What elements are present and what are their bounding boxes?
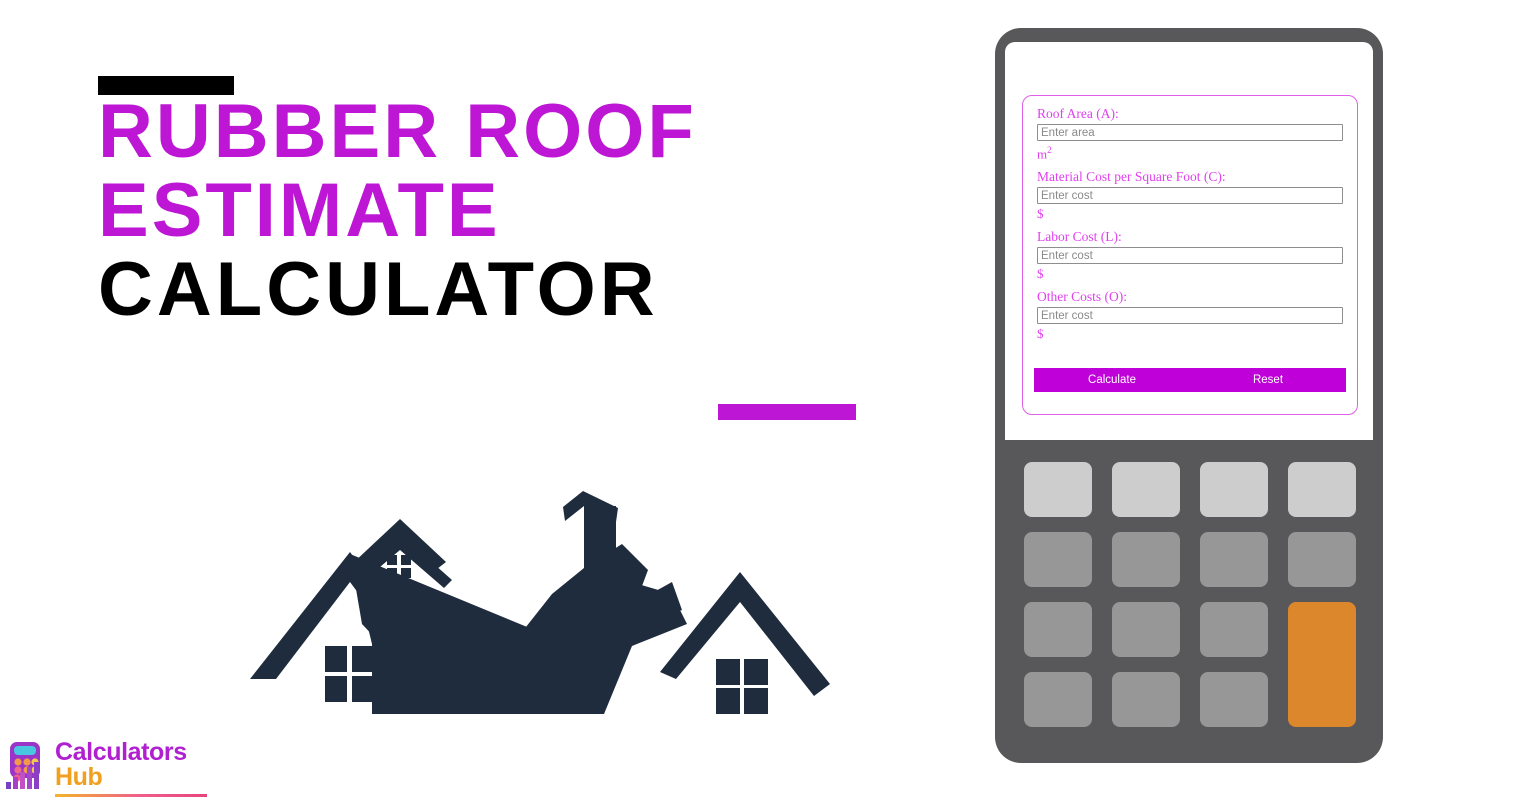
field-group-roof-area: Roof Area (A): m2: [1037, 106, 1343, 161]
calculator-device: Roof Area (A): m2 Material Cost per Squa…: [995, 28, 1383, 763]
field-group-labor-cost: Labor Cost (L): $: [1037, 229, 1343, 281]
field-group-material-cost: Material Cost per Square Foot (C): $: [1037, 169, 1343, 221]
keypad-key-r4c2[interactable]: [1112, 672, 1180, 727]
keypad-key-r1c3[interactable]: [1200, 462, 1268, 517]
keypad-key-equals-accent[interactable]: [1288, 602, 1356, 727]
roof-area-label: Roof Area (A):: [1037, 106, 1119, 121]
calculator-bar-chart-logo-icon: [6, 742, 40, 789]
reset-button[interactable]: Reset: [1190, 368, 1346, 392]
title-bottom-rule: [718, 404, 856, 420]
keypad-key-r1c2[interactable]: [1112, 462, 1180, 517]
calculators-hub-logo[interactable]: Calculators Hub: [4, 738, 207, 797]
material-cost-unit: $: [1037, 206, 1044, 222]
title-line-three: Calculator: [98, 246, 659, 332]
title-line-one: Rubber Roof: [98, 89, 697, 174]
keypad-key-r3c1[interactable]: [1024, 602, 1092, 657]
estimate-form: Roof Area (A): m2 Material Cost per Squa…: [1022, 95, 1358, 415]
labor-cost-input[interactable]: [1037, 247, 1343, 265]
logo-underline: [55, 794, 207, 797]
form-actions: Calculate Reset: [1034, 368, 1346, 392]
labor-cost-label: Labor Cost (L):: [1037, 229, 1122, 245]
hero-panel: Rubber Roof Estimate Calculator: [0, 0, 960, 800]
keypad-key-r2c3[interactable]: [1200, 532, 1268, 587]
roof-area-input[interactable]: [1037, 124, 1343, 141]
keypad-key-r1c4[interactable]: [1288, 462, 1356, 517]
logo-word-primary: Calculators: [55, 738, 187, 766]
keypad-key-r2c1[interactable]: [1024, 532, 1092, 587]
logo-word-secondary: Hub: [55, 763, 103, 791]
house-rooftops-silhouette-icon: [250, 491, 830, 714]
calculate-button[interactable]: Calculate: [1034, 368, 1190, 392]
labor-cost-unit: $: [1037, 266, 1044, 282]
roof-area-unit: m2: [1037, 145, 1052, 162]
keypad-key-r2c4[interactable]: [1288, 532, 1356, 587]
keypad-key-r4c1[interactable]: [1024, 672, 1092, 727]
material-cost-input[interactable]: [1037, 187, 1343, 205]
keypad-key-r4c3[interactable]: [1200, 672, 1268, 727]
calculator-keypad: [1024, 462, 1356, 727]
calculator-screen: Roof Area (A): m2 Material Cost per Squa…: [1005, 42, 1373, 440]
keypad-key-r3c3[interactable]: [1200, 602, 1268, 657]
keypad-key-r1c1[interactable]: [1024, 462, 1092, 517]
keypad-key-r2c2[interactable]: [1112, 532, 1180, 587]
other-costs-input[interactable]: [1037, 307, 1343, 325]
keypad-key-r3c2[interactable]: [1112, 602, 1180, 657]
material-cost-label: Material Cost per Square Foot (C):: [1037, 169, 1226, 185]
other-costs-unit: $: [1037, 326, 1044, 342]
title-line-two: Estimate: [98, 167, 501, 253]
field-group-other-costs: Other Costs (O): $: [1037, 289, 1343, 341]
page-title: Rubber Roof Estimate Calculator: [98, 89, 898, 333]
other-costs-label: Other Costs (O):: [1037, 289, 1127, 305]
